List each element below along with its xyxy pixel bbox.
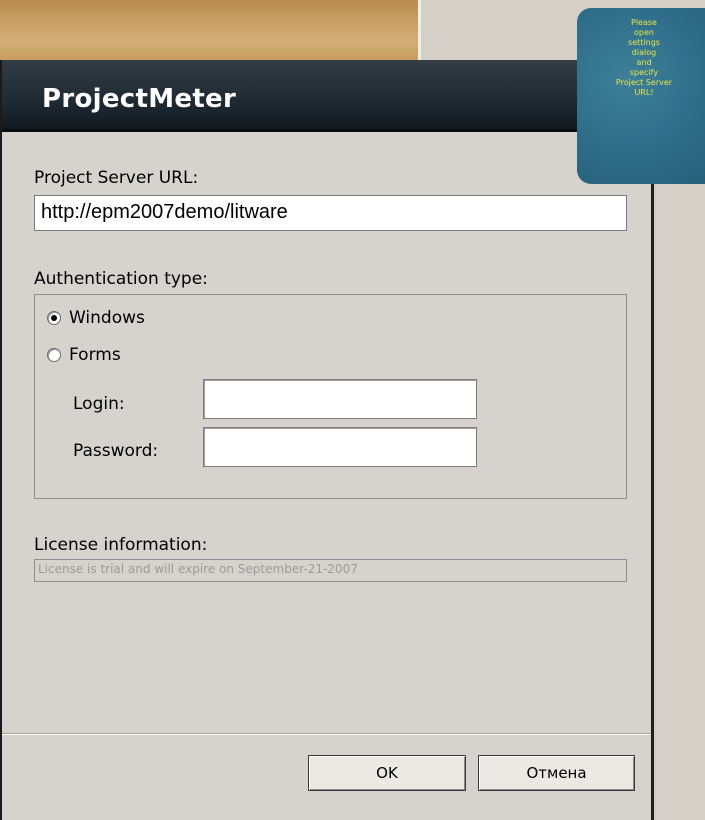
title-bar[interactable]: ProjectMeter: [2, 60, 653, 132]
window-title: ProjectMeter: [42, 84, 237, 114]
radio-forms-label[interactable]: Forms: [69, 345, 121, 365]
auth-type-label: Authentication type:: [34, 269, 208, 289]
cancel-button[interactable]: Отмена: [478, 755, 635, 791]
ok-button[interactable]: OK: [308, 755, 466, 791]
sticky-note-text: Please open settings dialog and specify …: [615, 18, 673, 97]
window-right-border: [651, 120, 654, 820]
login-label: Login:: [73, 394, 125, 414]
password-input[interactable]: [203, 427, 477, 467]
server-url-input[interactable]: http://epm2007demo/litware: [34, 195, 627, 231]
radio-windows-label[interactable]: Windows: [69, 308, 145, 328]
auth-type-group: Windows Forms Login: Password:: [34, 294, 627, 499]
background-wallpaper: [0, 0, 418, 60]
license-info-label: License information:: [34, 535, 208, 555]
radio-forms[interactable]: [47, 348, 61, 362]
login-input[interactable]: [203, 379, 477, 419]
radio-selected-dot: [51, 315, 57, 321]
settings-dialog: ProjectMeter Project Server URL: http://…: [0, 60, 653, 820]
password-label: Password:: [73, 441, 159, 461]
license-info-field: License is trial and will expire on Sept…: [34, 559, 627, 582]
radio-windows[interactable]: [47, 311, 61, 325]
server-url-label: Project Server URL:: [34, 168, 199, 188]
sticky-note-widget[interactable]: Please open settings dialog and specify …: [577, 8, 705, 184]
button-separator: [2, 733, 651, 735]
